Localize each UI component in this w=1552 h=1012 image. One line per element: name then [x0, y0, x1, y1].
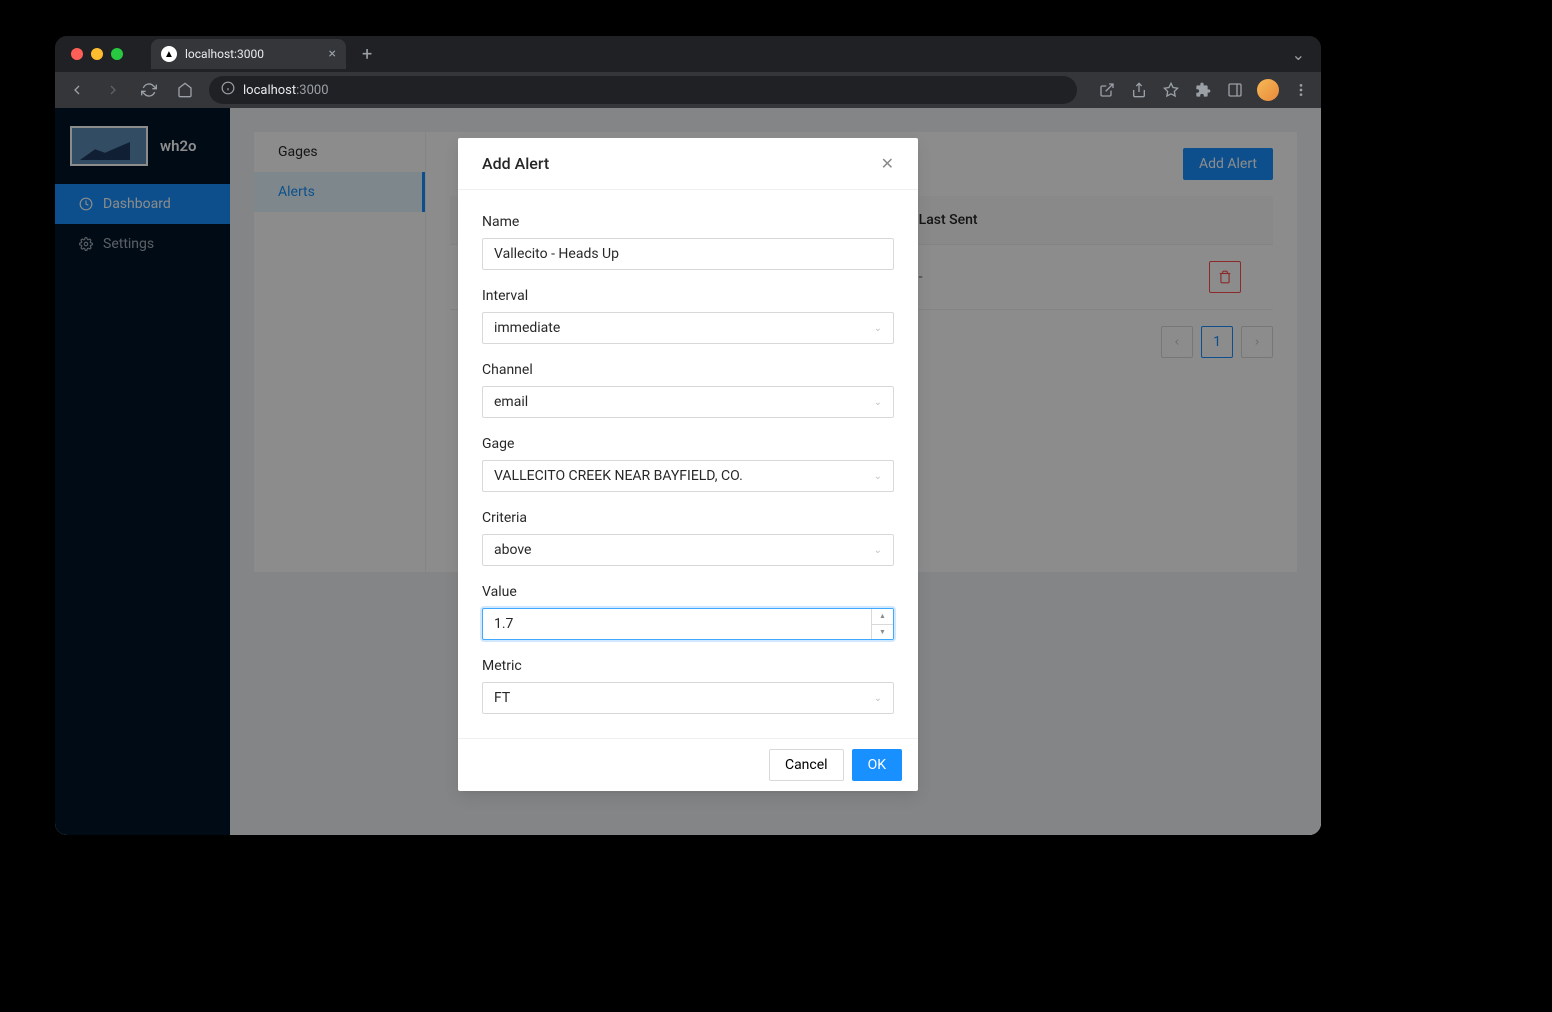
value-label: Value: [482, 584, 894, 600]
interval-select[interactable]: immediate ⌄: [482, 312, 894, 344]
url-bar[interactable]: localhost:3000: [209, 76, 1077, 104]
open-external-icon[interactable]: [1097, 80, 1117, 100]
interval-label: Interval: [482, 288, 894, 304]
browser-titlebar: ▲ localhost:3000 × + ⌄: [55, 36, 1321, 72]
metric-select[interactable]: FT ⌄: [482, 682, 894, 714]
name-label: Name: [482, 214, 894, 230]
value-input[interactable]: [482, 608, 894, 640]
browser-window: ▲ localhost:3000 × + ⌄ localhost:3000: [55, 36, 1321, 835]
metric-value: FT: [494, 690, 510, 706]
criteria-label: Criteria: [482, 510, 894, 526]
chevron-down-icon: ⌄: [874, 693, 882, 704]
modal-overlay[interactable]: Add Alert ✕ Name Interval immediate ⌄: [55, 108, 1321, 835]
chevron-down-icon: ⌄: [874, 323, 882, 334]
close-tab-button[interactable]: ×: [329, 46, 336, 62]
menu-icon[interactable]: [1291, 80, 1311, 100]
maximize-window-button[interactable]: [111, 48, 123, 60]
page-content: wh2o Dashboard Settings Gages Alerts Add…: [55, 108, 1321, 835]
gage-select[interactable]: VALLECITO CREEK NEAR BAYFIELD, CO. ⌄: [482, 460, 894, 492]
modal-title: Add Alert: [482, 154, 549, 173]
channel-value: email: [494, 394, 528, 410]
decrement-button[interactable]: ▼: [872, 625, 893, 640]
new-tab-button[interactable]: +: [362, 44, 372, 65]
chevron-down-icon: ⌄: [874, 471, 882, 482]
ok-button[interactable]: OK: [852, 749, 902, 781]
chevron-down-icon: ⌄: [874, 545, 882, 556]
gage-value: VALLECITO CREEK NEAR BAYFIELD, CO.: [494, 468, 743, 484]
name-input[interactable]: [482, 238, 894, 270]
criteria-value: above: [494, 542, 531, 558]
cancel-button[interactable]: Cancel: [769, 749, 844, 781]
url-text: localhost:3000: [243, 83, 329, 98]
reload-button[interactable]: [137, 78, 161, 102]
increment-button[interactable]: ▲: [872, 609, 893, 625]
gage-label: Gage: [482, 436, 894, 452]
browser-toolbar: localhost:3000: [55, 72, 1321, 108]
window-controls: [71, 48, 123, 60]
interval-value: immediate: [494, 320, 560, 336]
close-icon[interactable]: ✕: [881, 154, 894, 173]
browser-tab[interactable]: ▲ localhost:3000 ×: [151, 39, 346, 69]
extensions-icon[interactable]: [1193, 80, 1213, 100]
profile-avatar[interactable]: [1257, 79, 1279, 101]
forward-button[interactable]: [101, 78, 125, 102]
tab-overflow-icon[interactable]: ⌄: [1292, 45, 1305, 64]
share-icon[interactable]: [1129, 80, 1149, 100]
site-info-icon[interactable]: [221, 81, 235, 99]
tab-favicon-icon: ▲: [161, 46, 177, 62]
close-window-button[interactable]: [71, 48, 83, 60]
chevron-down-icon: ⌄: [874, 397, 882, 408]
panel-icon[interactable]: [1225, 80, 1245, 100]
channel-select[interactable]: email ⌄: [482, 386, 894, 418]
channel-label: Channel: [482, 362, 894, 378]
add-alert-modal: Add Alert ✕ Name Interval immediate ⌄: [458, 138, 918, 791]
home-button[interactable]: [173, 78, 197, 102]
criteria-select[interactable]: above ⌄: [482, 534, 894, 566]
tab-title: localhost:3000: [185, 47, 264, 61]
metric-label: Metric: [482, 658, 894, 674]
bookmark-icon[interactable]: [1161, 80, 1181, 100]
minimize-window-button[interactable]: [91, 48, 103, 60]
back-button[interactable]: [65, 78, 89, 102]
